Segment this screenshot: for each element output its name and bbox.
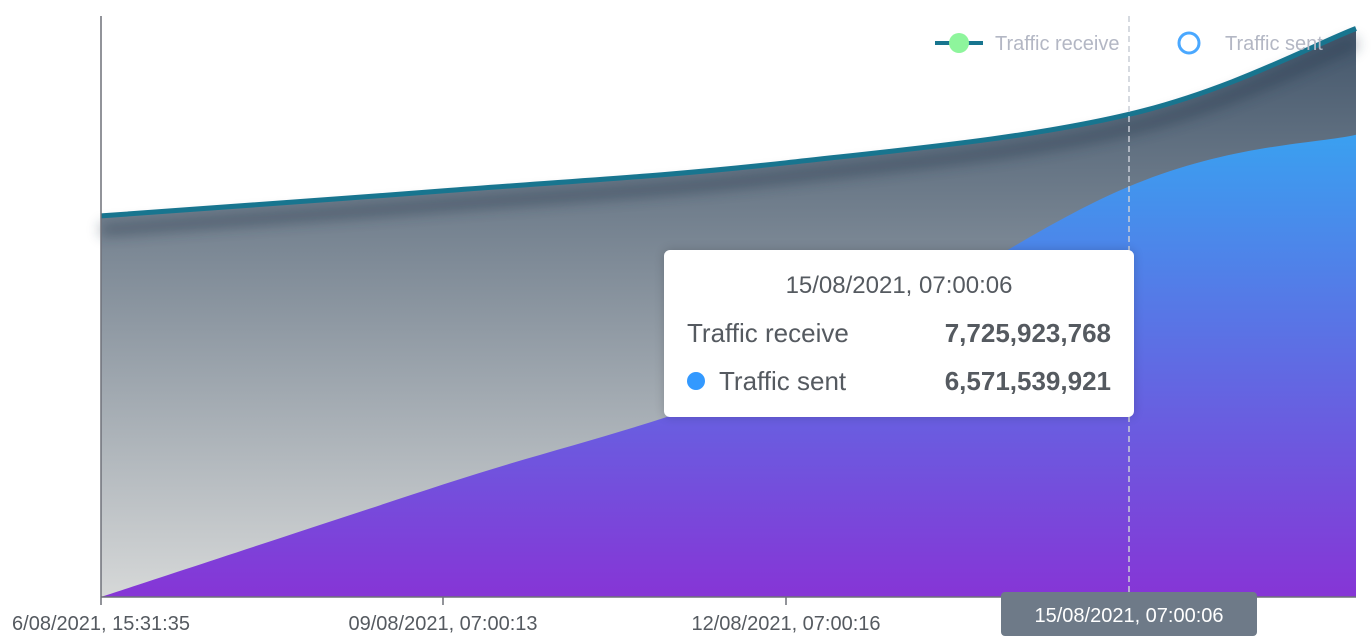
legend-item-traffic-sent[interactable]: Traffic sent: [1177, 31, 1323, 55]
tooltip-marker-dot: [687, 372, 705, 390]
tooltip-label: Traffic sent: [719, 366, 847, 396]
axis-pointer-label: 15/08/2021, 07:00:06: [1001, 592, 1257, 636]
tooltip-label: Traffic receive: [687, 318, 849, 348]
tooltip-title: 15/08/2021, 07:00:06: [785, 272, 1013, 299]
svg-text:15/08/2021, 07:00:06: 15/08/2021, 07:00:06: [1034, 605, 1223, 627]
chart-tooltip: 15/08/2021, 07:00:06 Traffic receive 7,7…: [664, 250, 1134, 417]
tooltip-row-traffic-receive: Traffic receive 7,725,923,768: [687, 314, 1111, 352]
svg-text:Traffic receive: Traffic receive: [995, 33, 1119, 55]
svg-text:Traffic sent: Traffic sent: [1225, 33, 1323, 55]
traffic-receive-legend-icon: [949, 33, 969, 53]
x-axis-tick-label: 09/08/2021, 07:00:13: [348, 613, 537, 635]
traffic-sent-legend-icon: [1177, 31, 1201, 55]
tooltip-value: 6,571,539,921: [944, 366, 1111, 396]
legend-item-traffic-receive[interactable]: Traffic receive: [935, 33, 1119, 55]
tooltip-value: 7,725,923,768: [944, 318, 1111, 348]
x-axis-tick-label: 6/08/2021, 15:31:35: [12, 613, 190, 635]
tooltip-row-traffic-sent: Traffic sent 6,571,539,921: [687, 362, 1111, 400]
x-axis-tick-label: 12/08/2021, 07:00:16: [691, 613, 880, 635]
